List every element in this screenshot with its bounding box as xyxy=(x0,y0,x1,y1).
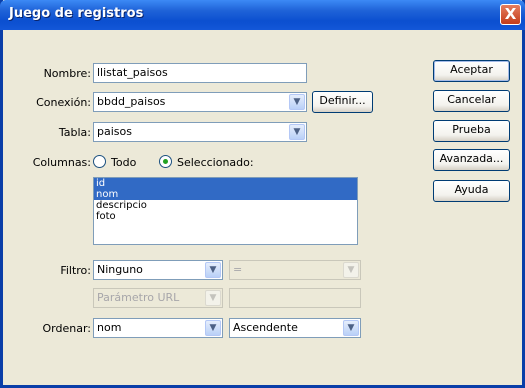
test-button-label: Prueba xyxy=(452,123,491,136)
conexion-select[interactable]: bbdd_paisos ▼ xyxy=(93,92,307,112)
ordenar-field-value: nom xyxy=(97,321,122,334)
window-title: Juego de registros xyxy=(9,6,144,21)
radio-todo-label: Todo xyxy=(111,156,137,169)
nombre-value: llistat_paisos xyxy=(97,66,168,79)
radio-seleccionado-label: Seleccionado: xyxy=(177,156,254,169)
list-item[interactable]: nom xyxy=(94,189,357,200)
filtro-label: Filtro: xyxy=(60,264,91,277)
dialog-window: Juego de registros X Nombre: llistat_pai… xyxy=(0,0,525,388)
nombre-label: Nombre: xyxy=(43,67,91,80)
chevron-down-icon[interactable]: ▼ xyxy=(205,262,221,278)
nombre-input[interactable]: llistat_paisos xyxy=(93,63,307,83)
chevron-down-icon[interactable]: ▼ xyxy=(289,94,305,110)
chevron-down-icon[interactable]: ▼ xyxy=(205,320,221,336)
chevron-down-icon[interactable]: ▼ xyxy=(289,124,305,140)
close-button[interactable]: X xyxy=(500,4,521,25)
columns-listbox[interactable]: id nom descripcio foto xyxy=(93,177,358,245)
close-icon: X xyxy=(504,5,517,23)
radio-todo[interactable] xyxy=(93,155,106,168)
tabla-select[interactable]: paisos ▼ xyxy=(93,122,307,142)
list-item[interactable]: id xyxy=(94,178,357,189)
tabla-label: Tabla: xyxy=(58,126,91,139)
advanced-button[interactable]: Avanzada... xyxy=(433,149,510,171)
cancel-button[interactable]: Cancelar xyxy=(433,90,510,112)
help-button[interactable]: Ayuda xyxy=(433,180,510,202)
cancel-button-label: Cancelar xyxy=(447,93,496,106)
chevron-down-icon: ▼ xyxy=(343,262,359,278)
ordenar-direction-select[interactable]: Ascendente ▼ xyxy=(229,318,361,338)
ordenar-label: Ordenar: xyxy=(42,322,92,335)
ordenar-field-select[interactable]: nom ▼ xyxy=(93,318,223,338)
param-input[interactable] xyxy=(229,288,361,308)
accept-button[interactable]: Aceptar xyxy=(433,60,510,82)
list-item[interactable]: foto xyxy=(94,211,357,222)
radio-selected-dot xyxy=(163,159,168,164)
chevron-down-icon: ▼ xyxy=(205,290,221,306)
define-button[interactable]: Definir... xyxy=(312,91,373,113)
help-button-label: Ayuda xyxy=(454,183,489,196)
list-item[interactable]: descripcio xyxy=(94,200,357,211)
conexion-label: Conexión: xyxy=(36,96,91,109)
conexion-value: bbdd_paisos xyxy=(97,95,166,108)
tabla-value: paisos xyxy=(97,125,132,138)
accept-button-label: Aceptar xyxy=(450,63,493,76)
define-button-label: Definir... xyxy=(319,94,366,107)
chevron-down-icon[interactable]: ▼ xyxy=(343,320,359,336)
radio-seleccionado[interactable] xyxy=(159,155,172,168)
title-bar[interactable]: Juego de registros X xyxy=(0,0,525,30)
filtro-select[interactable]: Ninguno ▼ xyxy=(93,260,223,280)
filtro-operator-value: = xyxy=(233,263,243,276)
filtro-operator-select[interactable]: = ▼ xyxy=(229,260,361,280)
param-select[interactable]: Parámetro URL ▼ xyxy=(93,288,223,308)
test-button[interactable]: Prueba xyxy=(433,120,510,142)
ordenar-direction-value: Ascendente xyxy=(233,321,298,334)
advanced-button-label: Avanzada... xyxy=(439,152,504,165)
columnas-label: Columnas: xyxy=(32,156,91,169)
filtro-value: Ninguno xyxy=(97,263,143,276)
param-value: Parámetro URL xyxy=(97,291,180,304)
